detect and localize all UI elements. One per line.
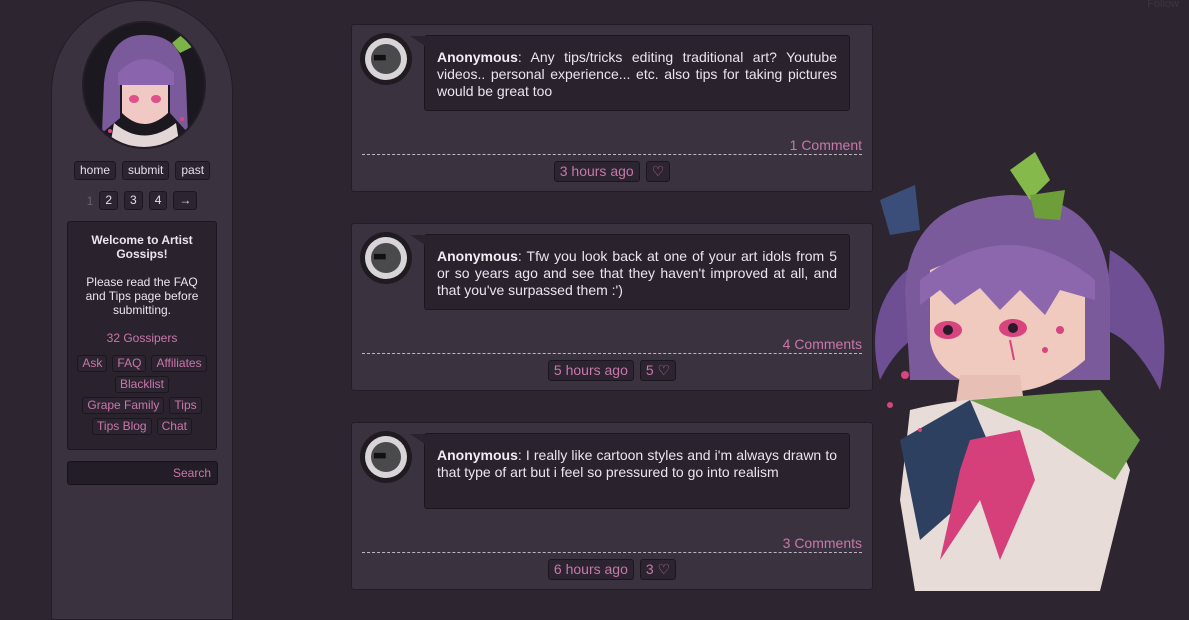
link-tips-blog[interactable]: Tips Blog [92,418,152,435]
welcome-body: Please read the FAQ and Tips page before… [85,275,199,317]
welcome-title: Welcome to Artist Gossips! [91,233,193,261]
question-bubble: Anonymous: I really like cartoon styles … [410,433,850,509]
nav-past[interactable]: past [175,161,211,180]
search-box: Search [67,461,218,486]
next-page-button[interactable]: → [173,191,198,210]
comments-link[interactable]: 3 Comments [783,535,862,551]
link-ask[interactable]: Ask [77,355,108,372]
post: ▀▀ Anonymous: Tfw you look back at one o… [351,223,873,391]
comments-link[interactable]: 4 Comments [783,336,862,352]
post-meta: 3 hours ago ♡ [352,161,872,182]
sidebar-links: Ask FAQ Affiliates Blacklist Grape Famil… [68,355,216,435]
timestamp-link[interactable]: 3 hours ago [553,161,640,182]
link-faq[interactable]: FAQ [112,355,147,372]
divider [362,552,862,553]
post-meta: 6 hours ago 3 ♡ [352,559,872,580]
welcome-box: Welcome to Artist Gossips! Please read t… [67,221,217,450]
like-button[interactable]: 5 ♡ [639,360,677,381]
link-blacklist[interactable]: Blacklist [114,376,169,393]
timestamp-link[interactable]: 6 hours ago [547,559,634,580]
sidebar: home submit past 1 2 3 4 → Welcome to Ar… [51,0,233,620]
comments-link[interactable]: 1 Comment [790,137,862,153]
nav-submit[interactable]: submit [122,161,170,180]
like-button[interactable]: ♡ [645,161,671,182]
anonymous-avatar-icon: ▀▀ [360,33,412,85]
like-button[interactable]: 3 ♡ [639,559,677,580]
post: ▀▀ Anonymous: Any tips/tricks editing tr… [351,24,873,192]
timestamp-link[interactable]: 5 hours ago [547,360,634,381]
character-illustration [860,140,1189,591]
link-chat[interactable]: Chat [156,418,192,435]
post-author: Anonymous [437,49,518,65]
anonymous-avatar-icon: ▀▀ [360,431,412,483]
avatar[interactable] [82,21,206,149]
nav-links: home submit past [52,161,232,180]
post-author: Anonymous [437,248,518,264]
divider [362,353,862,354]
top-controls: Follow [1147,0,1179,10]
search-button[interactable]: Search [173,466,211,480]
nav-home[interactable]: home [73,161,116,180]
post-author: Anonymous [437,447,518,463]
page-2[interactable]: 2 [99,191,118,210]
anonymous-avatar-icon: ▀▀ [360,232,412,284]
question-bubble: Anonymous: Any tips/tricks editing tradi… [410,35,850,111]
page-3[interactable]: 3 [124,191,143,210]
divider [362,154,862,155]
question-bubble: Anonymous: Tfw you look back at one of y… [410,234,850,310]
link-grape-family[interactable]: Grape Family [82,397,165,414]
page-4[interactable]: 4 [148,191,168,210]
current-page: 1 [86,193,94,208]
search-input[interactable] [68,462,172,486]
post: ▀▀ Anonymous: I really like cartoon styl… [351,422,873,590]
post-meta: 5 hours ago 5 ♡ [352,360,872,381]
gossipers-count: 32 Gossipers [106,331,178,345]
pagination: 1 2 3 4 → [52,191,232,210]
link-affiliates[interactable]: Affiliates [151,355,207,372]
follow-button[interactable]: Follow [1147,0,1179,10]
link-tips[interactable]: Tips [169,397,202,414]
